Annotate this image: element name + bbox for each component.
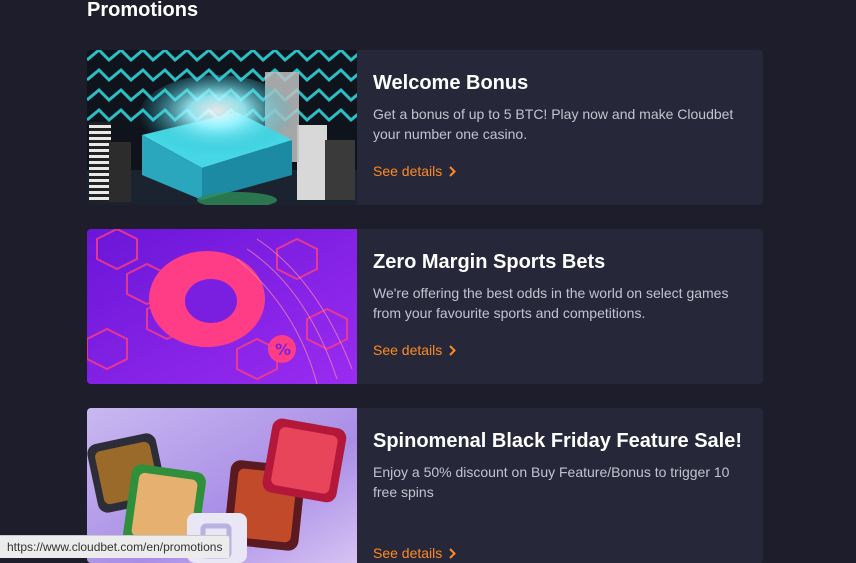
promotion-title: Spinomenal Black Friday Feature Sale! xyxy=(373,430,743,452)
svg-text:%: % xyxy=(275,340,291,359)
see-details-link[interactable]: See details xyxy=(373,162,457,180)
see-details-label: See details xyxy=(373,163,443,179)
chevron-right-icon xyxy=(449,165,457,177)
browser-status-url: https://www.cloudbet.com/en/promotions xyxy=(0,535,231,558)
promotion-title: Zero Margin Sports Bets xyxy=(373,251,606,273)
promotion-card-zero-margin[interactable]: % Zero Margin Sports Bets We're offering… xyxy=(87,229,763,384)
page-title: Promotions xyxy=(87,0,199,21)
promotion-description: Enjoy a 50% discount on Buy Feature/Bonu… xyxy=(373,464,730,500)
promotion-description: Get a bonus of up to 5 BTC! Play now and… xyxy=(373,106,734,142)
promotion-card-welcome-bonus[interactable]: Welcome Bonus Get a bonus of up to 5 BTC… xyxy=(87,50,763,205)
see-details-link[interactable]: See details xyxy=(373,544,457,562)
see-details-label: See details xyxy=(373,342,443,358)
chevron-right-icon xyxy=(449,547,457,559)
promotion-image-percent-ring[interactable]: % xyxy=(87,229,357,384)
chevron-right-icon xyxy=(449,344,457,356)
see-details-link[interactable]: See details xyxy=(373,341,457,359)
promotion-description: We're offering the best odds in the worl… xyxy=(373,285,729,321)
see-details-label: See details xyxy=(373,545,443,561)
promotion-title: Welcome Bonus xyxy=(373,72,529,94)
promotion-image-treasure-chest[interactable] xyxy=(87,50,357,205)
